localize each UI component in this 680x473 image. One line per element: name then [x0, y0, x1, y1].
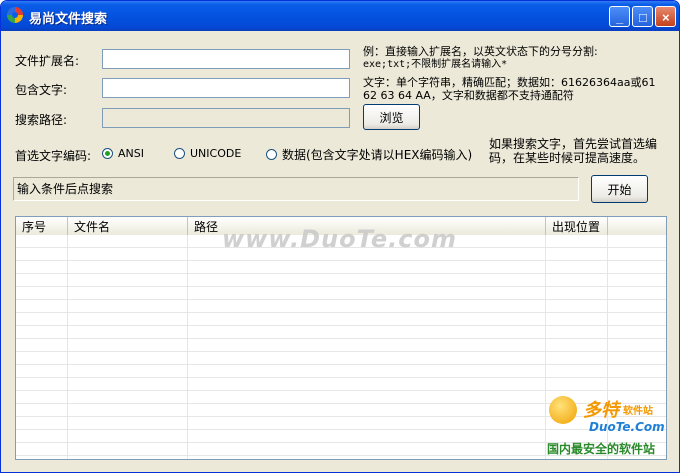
ext-hint: 例：直接输入扩展名，以英文状态下的分号分割: exe;txt;不限制扩展名请输入…: [363, 45, 598, 71]
text-hint: 文字：单个字符串，精确匹配；数据如：61626364aa或61 62 63 64…: [363, 76, 655, 102]
window-title: 易尚文件搜索: [29, 12, 108, 27]
maximize-button[interactable]: □: [632, 6, 653, 27]
ext-label: 文件扩展名:: [15, 54, 80, 68]
logo-sub: 软件站: [623, 406, 653, 417]
radio-unicode-dot[interactable]: [174, 148, 185, 159]
start-button[interactable]: 开始: [591, 175, 648, 203]
encoding-hint-line-2: 码，在某些时候可提高速度。: [489, 151, 646, 165]
ext-hint-line-2: exe;txt;不限制扩展名请输入*: [363, 59, 508, 70]
logo-name: 多特: [583, 400, 619, 421]
text-input[interactable]: [102, 78, 350, 98]
logo-url: DuoTe.Com: [589, 420, 665, 434]
col-divider: [187, 235, 188, 459]
col-header-filler: [608, 217, 666, 235]
title-bar[interactable]: 易尚文件搜索 _ □ ×: [1, 1, 679, 31]
radio-data-label[interactable]: 数据(包含文字处请以HEX编码输入): [282, 146, 472, 163]
radio-data-dot[interactable]: [266, 149, 277, 160]
ext-hint-line-1: 例：直接输入扩展名，以英文状态下的分号分割:: [363, 45, 598, 58]
radio-ansi-label[interactable]: ANSI: [118, 147, 144, 160]
browse-button[interactable]: 浏览: [363, 104, 420, 130]
text-hint-line-2: 62 63 64 AA，文字和数据都不支持通配符: [363, 89, 574, 102]
status-text: 输入条件后点搜索: [13, 177, 579, 201]
close-button[interactable]: ×: [655, 6, 676, 27]
logo-mascot-icon: [549, 396, 577, 424]
radio-unicode-label[interactable]: UNICODE: [190, 147, 241, 160]
text-hint-line-1: 文字：单个字符串，精确匹配；数据如：61626364aa或61: [363, 76, 656, 89]
radio-ansi[interactable]: ANSI: [102, 147, 144, 160]
col-header-index[interactable]: 序号: [16, 217, 68, 235]
watermark-text: www.DuoTe.com: [222, 225, 457, 253]
path-label: 搜索路径:: [15, 113, 68, 127]
encoding-hint: 如果搜索文字，首先尝试首选编 码，在某些时候可提高速度。: [489, 137, 657, 165]
app-icon: [7, 7, 23, 23]
ext-input[interactable]: [102, 49, 350, 69]
logo-slogan: 国内最安全的软件站: [547, 442, 656, 456]
radio-ansi-dot[interactable]: [102, 148, 113, 159]
radio-unicode[interactable]: UNICODE: [174, 147, 241, 160]
col-divider: [67, 235, 68, 459]
encoding-hint-line-1: 如果搜索文字，首先尝试首选编: [489, 137, 658, 151]
encoding-label: 首选文字编码:: [15, 149, 92, 163]
main-window: 易尚文件搜索 _ □ × 文件扩展名: 例：直接输入扩展名，以英文状态下的分号分…: [0, 0, 680, 473]
col-header-filename[interactable]: 文件名: [68, 217, 188, 235]
site-logo: 多特 软件站 DuoTe.Com 国内最安全的软件站: [547, 396, 671, 461]
col-divider: [545, 235, 546, 459]
path-input[interactable]: [102, 108, 350, 128]
minimize-button[interactable]: _: [609, 6, 630, 27]
col-header-position[interactable]: 出现位置: [546, 217, 608, 235]
radio-data[interactable]: 数据(包含文字处请以HEX编码输入): [266, 146, 472, 163]
text-label: 包含文字:: [15, 83, 68, 97]
